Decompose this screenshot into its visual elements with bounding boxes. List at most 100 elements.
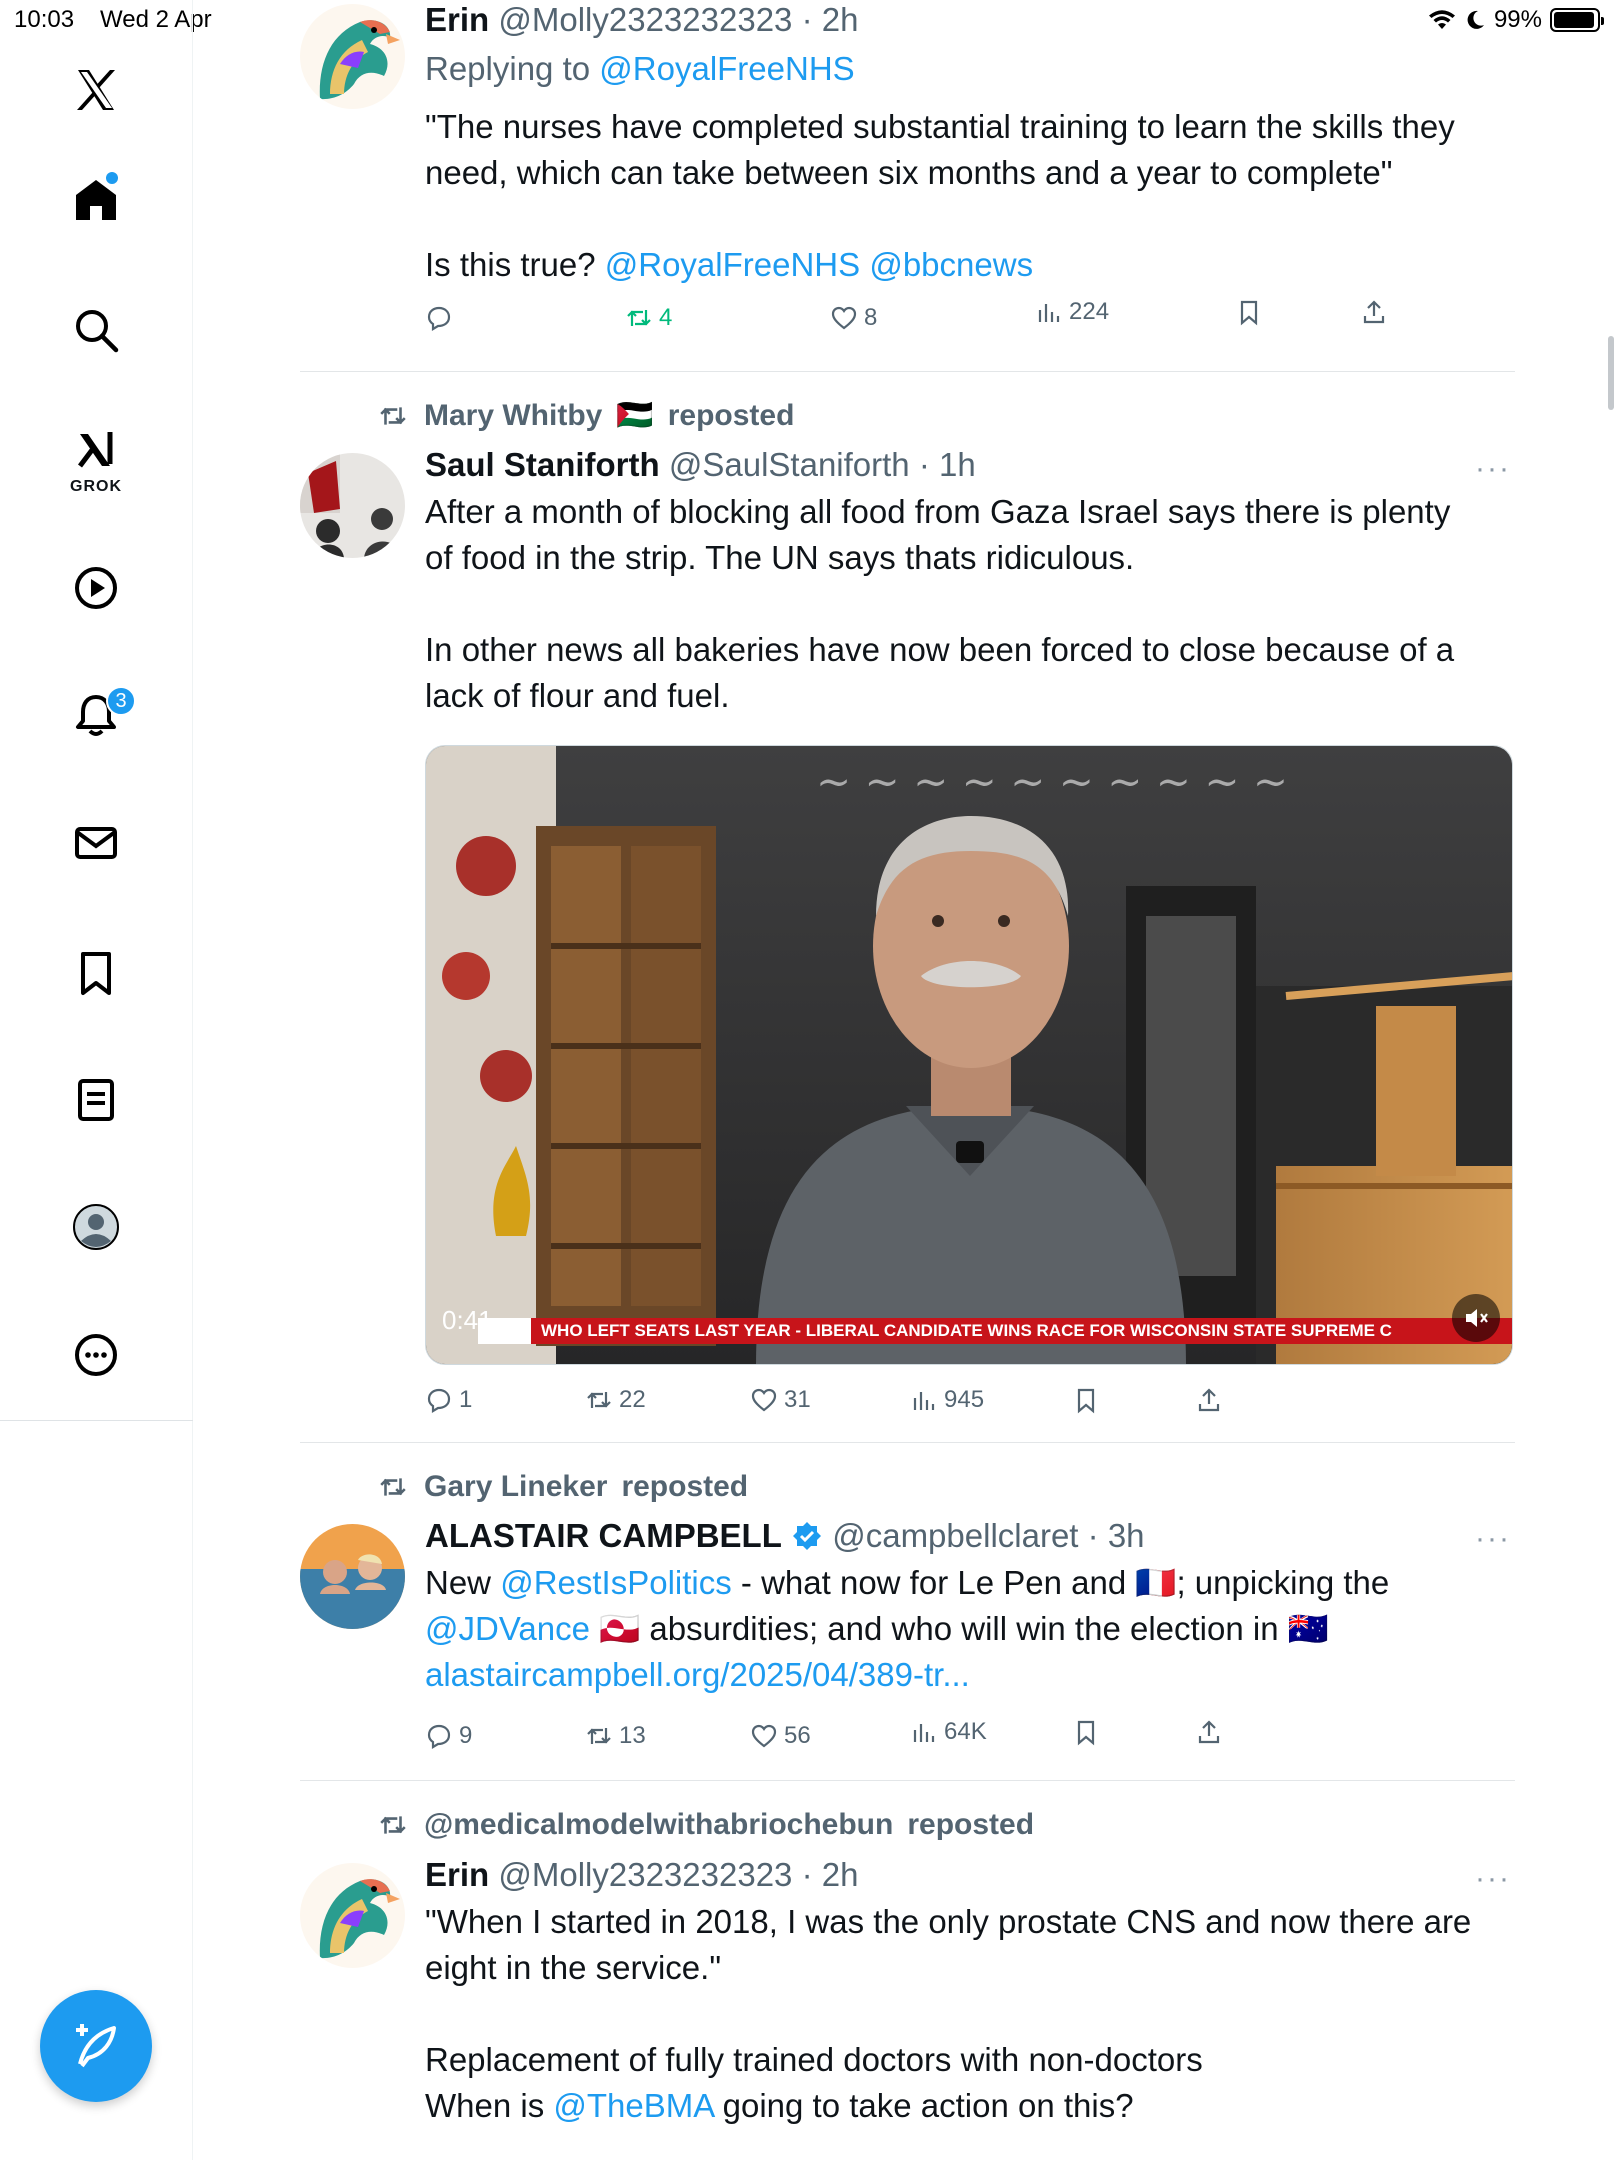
text-segment: ; unpicking the	[1176, 1564, 1390, 1601]
tweet-time[interactable]: · 2h	[802, 1856, 859, 1893]
reposter-name[interactable]: Mary Whitby	[424, 399, 602, 433]
tweet-time[interactable]: · 2h	[802, 1, 859, 38]
author-name[interactable]: Erin	[425, 1856, 489, 1893]
bookmark-icon	[1077, 1388, 1095, 1414]
tweet-text-line: alastaircampbell.org/2025/04/389-tr...	[425, 1652, 1513, 1698]
views-chart-icon	[913, 1724, 935, 1742]
grok-label: GROK	[70, 478, 122, 495]
views-button[interactable]: 224	[1035, 298, 1109, 326]
mention-link[interactable]: @TheBMA	[553, 2087, 713, 2124]
author-name[interactable]: Erin	[425, 1, 489, 38]
bookmark-button[interactable]	[1235, 298, 1263, 326]
tweet-text-line: eight in the service."	[425, 1949, 722, 1986]
share-button[interactable]	[1360, 298, 1388, 326]
author-handle[interactable]: @campbellclaret	[832, 1517, 1078, 1554]
author-handle[interactable]: @Molly2323232323	[498, 1, 792, 38]
home-unread-dot	[106, 172, 118, 184]
svg-text:~ ~ ~ ~ ~ ~ ~ ~ ~ ~: ~ ~ ~ ~ ~ ~ ~ ~ ~ ~	[816, 757, 1288, 806]
bookmark-button[interactable]	[1072, 1718, 1100, 1746]
like-count: 8	[864, 304, 878, 331]
tweet-header: ALASTAIR CAMPBELL @campbellclaret · 3h	[425, 1516, 1513, 1556]
url-link[interactable]: alastaircampbell.org/2025/04/389-tr...	[425, 1656, 970, 1693]
mention-link[interactable]: @RoyalFreeNHS	[605, 246, 860, 283]
repost-button[interactable]: 22	[585, 1386, 646, 1414]
repost-icon	[380, 406, 406, 425]
tweet-text-line: "When I started in 2018, I was the only …	[425, 1903, 1472, 1940]
tweet-time[interactable]: · 1h	[919, 446, 976, 483]
tweet-question: Is this true?	[425, 246, 596, 283]
repost-button[interactable]: 4	[625, 304, 672, 332]
replying-to-link[interactable]: @RoyalFreeNHS	[599, 50, 854, 87]
more-options-button[interactable]: ···	[1475, 452, 1511, 486]
reposted-label: reposted	[621, 1470, 749, 1503]
lists-icon[interactable]	[56, 1060, 136, 1140]
heart-icon	[831, 306, 857, 330]
tweet-text-line: When is @TheBMA going to take action on …	[425, 2083, 1513, 2129]
tweet-actions: 4 8 224	[425, 298, 1425, 344]
reply-button[interactable]: 1	[425, 1386, 472, 1414]
reposter-name[interactable]: Gary Lineker	[424, 1470, 607, 1504]
more-options-button[interactable]: ···	[1475, 1862, 1511, 1896]
reply-icon	[427, 1388, 451, 1413]
reply-count: 1	[459, 1386, 473, 1413]
repost-count: 13	[619, 1722, 646, 1749]
share-button[interactable]	[1195, 1718, 1223, 1746]
x-logo-icon[interactable]	[56, 50, 136, 130]
tweet-actions: 1 22 31 945	[425, 1386, 1425, 1426]
mute-button[interactable]	[1452, 1294, 1500, 1342]
views-chart-icon	[1038, 304, 1060, 322]
tweet-time[interactable]: · 3h	[1088, 1517, 1145, 1554]
tweet-text-line: Replacement of fully trained doctors wit…	[425, 2041, 1203, 2078]
mention-link[interactable]: @RestIsPolitics	[500, 1564, 732, 1601]
tweet-text: "When I started in 2018, I was the only …	[425, 1899, 1513, 2129]
sidebar: GROK 3	[0, 0, 193, 2160]
more-options-icon[interactable]	[56, 1315, 136, 1395]
reply-button[interactable]: 9	[425, 1722, 472, 1750]
author-name[interactable]: Saul Staniforth	[425, 446, 660, 483]
like-count: 56	[784, 1722, 811, 1749]
avatar[interactable]	[300, 4, 405, 109]
avatar[interactable]	[300, 1863, 405, 1968]
share-icon	[1363, 300, 1385, 324]
text-segment: New	[425, 1564, 492, 1601]
views-button[interactable]: 64K	[910, 1718, 987, 1746]
like-button[interactable]: 8	[830, 304, 877, 332]
repost-count: 22	[619, 1386, 646, 1413]
reposter-name[interactable]: @medicalmodelwithabriochebun	[424, 1808, 893, 1842]
author-handle[interactable]: @Molly2323232323	[498, 1856, 792, 1893]
share-icon	[1198, 1388, 1220, 1412]
avatar[interactable]	[300, 1524, 405, 1629]
bookmark-button[interactable]	[1072, 1386, 1100, 1414]
bookmarks-icon[interactable]	[56, 933, 136, 1013]
author-handle[interactable]: @SaulStaniforth	[669, 446, 910, 483]
tweet-text-line: New @RestIsPolitics - what now for Le Pe…	[425, 1560, 1513, 1606]
avatar[interactable]	[300, 453, 405, 558]
scrollbar[interactable]	[1608, 336, 1614, 410]
home-icon[interactable]	[56, 160, 136, 240]
video-player[interactable]: ~ ~ ~ ~ ~ ~ ~ ~ ~ ~ GMT WHO	[425, 745, 1513, 1365]
author-name[interactable]: ALASTAIR CAMPBELL	[425, 1517, 782, 1554]
video-play-icon[interactable]	[56, 548, 136, 628]
views-button[interactable]: 945	[910, 1386, 984, 1414]
mention-link[interactable]: @JDVance	[425, 1610, 590, 1647]
tweet-actions: 9 13 56 64K	[425, 1718, 1425, 1762]
views-count: 224	[1069, 298, 1110, 325]
tweet-header: Erin @Molly2323232323 · 2h	[425, 0, 1513, 40]
repost-button[interactable]: 13	[585, 1722, 646, 1750]
repost-icon	[627, 310, 651, 326]
like-button[interactable]: 31	[750, 1386, 811, 1414]
share-button[interactable]	[1195, 1386, 1223, 1414]
mention-link[interactable]: @bbcnews	[869, 246, 1033, 283]
verified-badge-icon	[793, 1522, 822, 1550]
like-button[interactable]: 56	[750, 1722, 811, 1750]
more-options-button[interactable]: ···	[1475, 1522, 1511, 1556]
compose-post-button[interactable]	[40, 1990, 152, 2102]
flag-australia: 🇦🇺	[1287, 1610, 1329, 1647]
tweet-header: Erin @Molly2323232323 · 2h	[425, 1855, 1513, 1895]
profile-avatar-icon[interactable]	[56, 1187, 136, 1267]
search-icon[interactable]	[56, 290, 136, 370]
battery-icon	[1550, 8, 1604, 32]
reply-button[interactable]	[425, 304, 459, 332]
views-count: 64K	[944, 1718, 987, 1745]
messages-envelope-icon[interactable]	[56, 803, 136, 883]
